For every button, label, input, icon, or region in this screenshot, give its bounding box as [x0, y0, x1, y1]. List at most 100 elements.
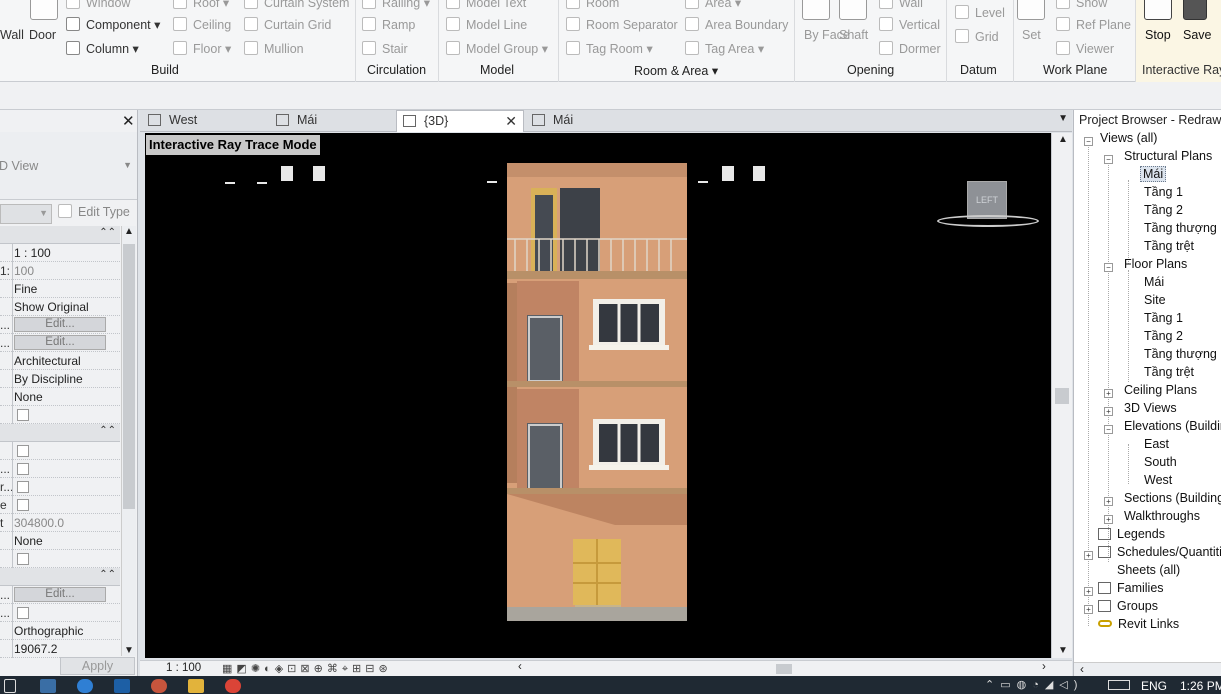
tree-legends[interactable]: Legends — [1098, 527, 1165, 541]
roof-button[interactable]: Roof ▾ — [173, 0, 229, 10]
paint-icon[interactable] — [151, 679, 167, 693]
tree-structural-tang-thuong[interactable]: Tầng thượng — [1144, 221, 1217, 235]
shadows-icon[interactable]: ◐ — [264, 663, 275, 675]
expand-walkthroughs-icon[interactable]: + — [1104, 515, 1113, 524]
property-row[interactable]: e — [0, 496, 120, 514]
property-row[interactable]: r... — [0, 478, 120, 496]
tree-floor-tang-tret[interactable]: Tầng trệt — [1144, 365, 1194, 379]
file-explorer-icon[interactable] — [188, 679, 204, 693]
mullion-button[interactable]: Mullion — [244, 41, 304, 56]
scroll-up-icon[interactable]: ▲ — [1058, 134, 1068, 145]
clock[interactable]: 1:26 PM — [1180, 679, 1221, 693]
room-button[interactable]: Room — [566, 0, 619, 10]
property-row[interactable]: ... Edit... — [0, 586, 120, 604]
curtain-system-button[interactable]: Curtain System — [244, 0, 349, 10]
tree-structural-mai[interactable]: Mái — [1140, 166, 1167, 182]
model-line-button[interactable]: Model Line — [446, 17, 527, 32]
temporary-hide-icon[interactable]: ⌘ — [327, 663, 342, 675]
properties-scrollbar[interactable]: ▲ ▼ — [121, 226, 136, 656]
property-row[interactable] — [0, 406, 120, 424]
store-icon[interactable] — [40, 679, 56, 693]
properties-section-header[interactable]: ⌃⌃ — [0, 568, 120, 586]
tab-3d[interactable]: {3D} ✕ — [396, 110, 524, 132]
property-row[interactable]: ... Edit... — [0, 316, 120, 334]
property-row[interactable]: Architectural — [0, 352, 120, 370]
tree-3d-views[interactable]: 3D Views — [1124, 401, 1177, 415]
door-button[interactable]: Door — [29, 28, 56, 42]
collapse-floor-plans-icon[interactable]: − — [1104, 263, 1113, 272]
tree-sheets[interactable]: Sheets (all) — [1098, 563, 1180, 577]
viewcube[interactable]: LEFT — [967, 181, 1007, 219]
crop-view-icon[interactable]: ⊡ — [287, 663, 300, 675]
tree-floor-tang-thuong[interactable]: Tầng thượng — [1144, 347, 1217, 361]
checkbox[interactable] — [17, 553, 29, 565]
task-view-icon[interactable] — [4, 679, 16, 693]
room-separator-button[interactable]: Room Separator — [566, 17, 678, 32]
tree-floor-mai[interactable]: Mái — [1144, 275, 1164, 289]
grid-button[interactable]: Grid — [955, 29, 999, 44]
render-icon[interactable]: ◈ — [275, 663, 287, 675]
property-row[interactable] — [0, 550, 120, 568]
floor-button[interactable]: Floor ▾ — [173, 41, 231, 56]
keyboard-icon[interactable] — [1108, 680, 1130, 690]
tab-mai[interactable]: Mái — [270, 110, 395, 132]
checkbox[interactable] — [17, 409, 29, 421]
scroll-down-icon[interactable]: ▼ — [124, 645, 134, 656]
checkbox[interactable] — [17, 463, 29, 475]
column-button[interactable]: Column ▾ — [66, 41, 139, 56]
scroll-thumb[interactable] — [1055, 388, 1069, 404]
edit-button[interactable]: Edit... — [14, 335, 106, 350]
tree-structural-tang-1[interactable]: Tầng 1 — [1144, 185, 1183, 199]
lock-view-icon[interactable]: ⊕ — [314, 663, 327, 675]
dormer-button[interactable]: Dormer — [879, 41, 941, 56]
highlight-icon[interactable]: ⊛ — [378, 663, 391, 675]
worksharing-icon[interactable]: ⊞ — [352, 663, 365, 675]
scroll-down-icon[interactable]: ▼ — [1058, 645, 1068, 656]
properties-section-header[interactable]: ⌃⌃ — [0, 424, 120, 442]
reveal-hidden-icon[interactable]: ⌖ — [342, 663, 352, 675]
property-row[interactable]: 19067.2 — [0, 640, 120, 658]
revit-icon[interactable] — [114, 679, 130, 693]
edit-button[interactable]: Edit... — [14, 587, 106, 602]
sun-path-icon[interactable]: ✺ — [251, 663, 264, 675]
show-crop-icon[interactable]: ⊠ — [300, 663, 313, 675]
wall-opening-button[interactable]: Wall — [879, 0, 923, 10]
tree-schedules[interactable]: Schedules/Quantities — [1098, 545, 1221, 559]
stair-button[interactable]: Stair — [362, 41, 408, 56]
ramp-button[interactable]: Ramp — [362, 17, 415, 32]
tab-west[interactable]: West — [142, 110, 267, 132]
tabs-menu-icon[interactable]: ▼ — [1058, 113, 1068, 124]
close-tab-icon[interactable]: ✕ — [505, 111, 517, 131]
property-row[interactable] — [0, 442, 120, 460]
tree-elevation-west[interactable]: West — [1144, 473, 1172, 487]
property-row[interactable]: Orthographic — [0, 622, 120, 640]
model-group-button[interactable]: Model Group ▾ — [446, 41, 548, 56]
tree-groups[interactable]: Groups — [1098, 599, 1158, 613]
property-row[interactable]: 1: 100 — [0, 262, 120, 280]
tab-mai-structural[interactable]: Mái — [526, 110, 651, 132]
property-row[interactable]: Fine — [0, 280, 120, 298]
tree-structural-plans[interactable]: Structural Plans — [1124, 149, 1212, 163]
property-row[interactable]: t 304800.0 — [0, 514, 120, 532]
expand-sections-icon[interactable]: + — [1104, 497, 1113, 506]
show-button[interactable]: Show — [1056, 0, 1107, 10]
hscroll-right-icon[interactable]: › — [1042, 661, 1046, 673]
detail-level-icon[interactable]: ▦ — [222, 663, 236, 675]
expand-families-icon[interactable]: + — [1084, 587, 1093, 596]
viewcube-compass-ring[interactable] — [937, 215, 1039, 227]
collapse-views-icon[interactable]: − — [1084, 137, 1093, 146]
set-button[interactable]: Set — [1022, 28, 1041, 42]
tree-families[interactable]: Families — [1098, 581, 1164, 595]
instance-filter-dropdown[interactable]: ▼ — [0, 204, 52, 224]
vertical-button[interactable]: Vertical — [879, 17, 940, 32]
properties-section-header[interactable]: ⌃⌃ — [0, 226, 120, 244]
room-area-panel-title[interactable]: Room & Area ▾ — [634, 63, 718, 78]
tag-room-button[interactable]: Tag Room ▾ — [566, 41, 653, 56]
area-boundary-button[interactable]: Area Boundary — [685, 17, 788, 32]
property-row[interactable]: Show Original — [0, 298, 120, 316]
tree-structural-tang-2[interactable]: Tầng 2 — [1144, 203, 1183, 217]
ceiling-button[interactable]: Ceiling — [173, 17, 231, 32]
tree-floor-site[interactable]: Site — [1144, 293, 1166, 307]
checkbox[interactable] — [17, 445, 29, 457]
hscroll-left-icon[interactable]: ‹ — [518, 661, 522, 673]
